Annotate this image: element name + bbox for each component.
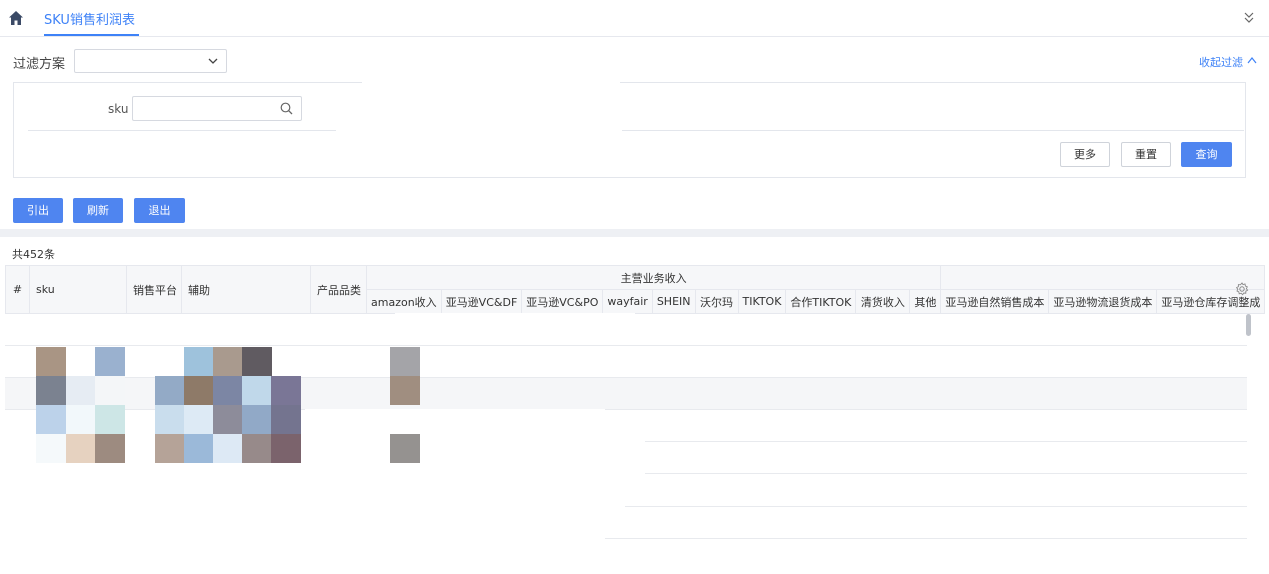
sku-field-label: sku	[108, 102, 129, 116]
blurred-cell	[95, 347, 125, 376]
blurred-cell	[271, 405, 301, 434]
row-divider	[625, 506, 1247, 507]
data-table-header: # sku 销售平台 辅助 产品品类 主营业务收入 amazon收入 亚马逊VC…	[5, 265, 1266, 314]
sku-search-field[interactable]	[132, 96, 302, 121]
reset-button[interactable]: 重置	[1121, 142, 1171, 167]
blurred-cell	[184, 376, 214, 405]
blurred-cell	[95, 405, 125, 434]
blurred-cell	[66, 434, 96, 463]
blurred-cell	[390, 434, 420, 463]
blurred-cell	[184, 405, 214, 434]
col-vcdf[interactable]: 亚马逊VC&DF	[440, 289, 523, 314]
blurred-cell	[213, 347, 243, 376]
col-tiktok[interactable]: TIKTOK	[737, 289, 787, 314]
blurred-cell	[242, 405, 272, 434]
exit-button[interactable]: 退出	[134, 198, 185, 223]
blurred-cell	[66, 405, 96, 434]
tab-bar: SKU销售利润表	[0, 0, 1269, 37]
col-aux[interactable]: 辅助	[181, 265, 311, 314]
blurred-cell	[36, 376, 66, 405]
blurred-cell	[390, 376, 420, 405]
export-button[interactable]: 引出	[13, 198, 63, 223]
total-count: 共452条	[12, 248, 55, 261]
blurred-cell	[36, 434, 66, 463]
blurred-cell	[95, 376, 125, 405]
blurred-cell	[242, 434, 272, 463]
field-underline	[28, 130, 336, 131]
col-amazon[interactable]: amazon收入	[366, 289, 442, 314]
blurred-cell	[213, 405, 243, 434]
blank-region	[362, 77, 620, 91]
home-icon[interactable]	[8, 10, 24, 26]
blurred-cell	[184, 434, 214, 463]
col-group-main-revenue: 主营业务收入	[365, 265, 942, 290]
blurred-cell	[271, 434, 301, 463]
more-button[interactable]: 更多	[1060, 142, 1110, 167]
chevron-down-icon	[208, 58, 218, 64]
filter-scheme-select[interactable]	[74, 49, 227, 73]
double-chevron-down-icon[interactable]	[1243, 11, 1255, 25]
tab-sku-profit[interactable]: SKU销售利润表	[44, 8, 139, 36]
filter-scheme-label: 过滤方案	[13, 57, 66, 72]
col-coop-tiktok[interactable]: 合作TIKTOK	[785, 289, 857, 314]
col-wayfair[interactable]: wayfair	[602, 289, 653, 314]
blurred-cell	[242, 347, 272, 376]
blurred-cell	[36, 347, 66, 376]
sku-input[interactable]	[133, 97, 273, 119]
blurred-cell	[271, 376, 301, 405]
blurred-cell	[390, 347, 420, 376]
blurred-cell	[66, 376, 96, 405]
collapse-filter-link[interactable]: 收起过滤	[1199, 54, 1257, 70]
search-icon[interactable]	[280, 102, 293, 115]
blurred-cell	[155, 376, 185, 405]
col-walmart[interactable]: 沃尔玛	[694, 289, 739, 314]
col-other[interactable]: 其他	[909, 289, 942, 314]
section-divider	[0, 229, 1269, 237]
query-button[interactable]: 查询	[1181, 142, 1232, 167]
blurred-cell	[184, 347, 214, 376]
row-divider	[645, 441, 1247, 442]
col-group-blank	[940, 265, 1266, 290]
col-platform[interactable]: 销售平台	[126, 265, 182, 314]
col-index[interactable]: #	[5, 265, 30, 314]
blank-region	[395, 313, 635, 345]
col-category[interactable]: 产品品类	[310, 265, 367, 314]
col-natural-cost[interactable]: 亚马逊自然销售成本	[940, 289, 1050, 314]
blurred-cell	[213, 376, 243, 405]
blank-region	[305, 409, 605, 574]
blurred-cell	[155, 405, 185, 434]
blurred-cell	[155, 434, 185, 463]
table-body	[5, 313, 1247, 574]
blurred-cell	[242, 376, 272, 405]
refresh-button[interactable]: 刷新	[73, 198, 123, 223]
row-divider	[5, 345, 1247, 346]
row-divider	[545, 538, 1247, 539]
blurred-cell	[95, 434, 125, 463]
blurred-cell	[36, 405, 66, 434]
filter-panel: 过滤方案 收起过滤 sku 更多 重置 查询 引出 刷新 退出	[0, 37, 1269, 229]
col-return-cost[interactable]: 亚马逊物流退货成本	[1048, 289, 1158, 314]
collapse-filter-label: 收起过滤	[1199, 56, 1243, 69]
col-shein[interactable]: SHEIN	[651, 289, 696, 314]
filter-conditions-box: sku 更多 重置 查询	[13, 77, 1246, 178]
blurred-cell	[213, 434, 243, 463]
col-sku[interactable]: sku	[29, 265, 127, 314]
col-clearance[interactable]: 清货收入	[855, 289, 911, 314]
chevron-up-icon	[1247, 57, 1257, 64]
gear-icon[interactable]	[1235, 282, 1249, 296]
row-divider	[645, 473, 1247, 474]
field-underline	[622, 130, 1244, 131]
col-vcpo[interactable]: 亚马逊VC&PO	[521, 289, 604, 314]
